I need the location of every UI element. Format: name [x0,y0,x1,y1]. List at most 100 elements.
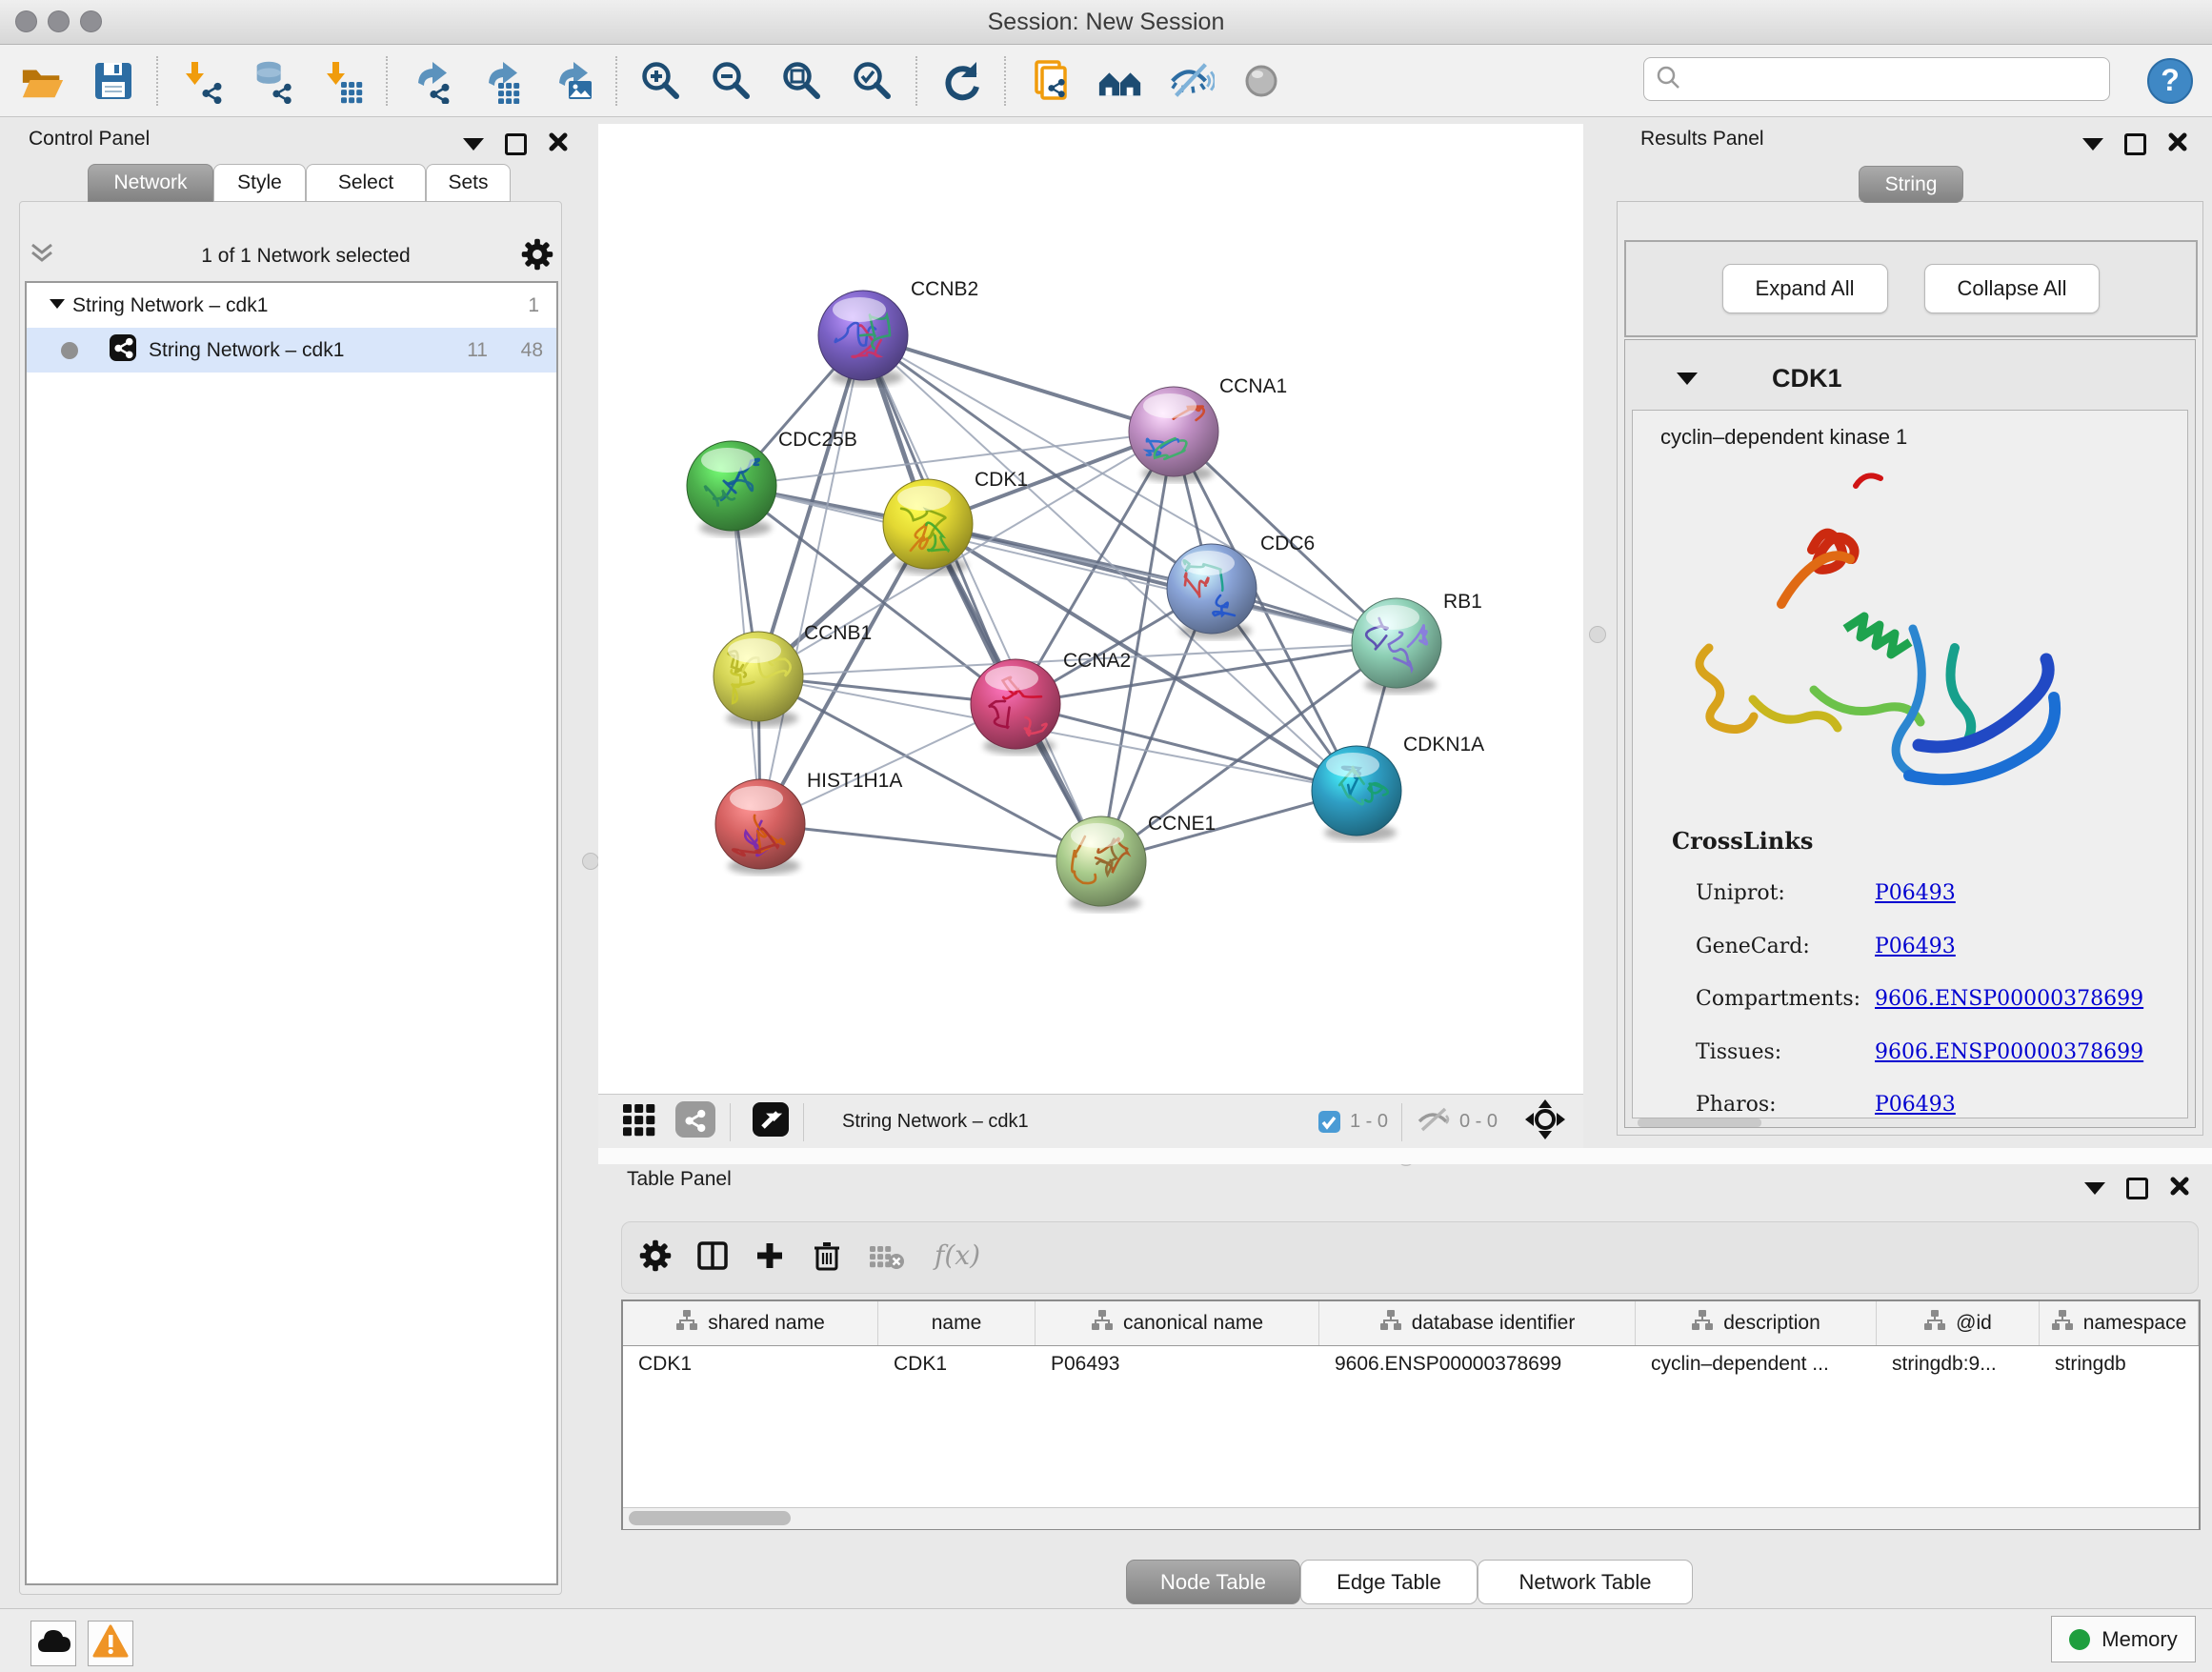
network-options-gear-icon[interactable] [520,237,554,276]
network-collection-row[interactable]: String Network – cdk1 1 [27,283,556,328]
panel-menu-icon[interactable] [2084,1182,2105,1195]
float-panel-icon[interactable] [2124,133,2146,155]
birds-eye-view-icon[interactable] [1524,1098,1566,1145]
tab-style[interactable]: Style [213,164,306,202]
refresh-icon[interactable] [937,57,985,105]
network-canvas[interactable]: CCNB2CCNA1CDC25BCDK1CDC6RB1CCNB1CCNA2CDK… [598,124,1583,1094]
hide-selected-icon[interactable] [1167,57,1215,105]
crosslink-link[interactable]: P06493 [1875,1093,1956,1117]
collapse-all-button[interactable]: Collapse All [1924,264,2101,313]
trash-icon[interactable] [811,1239,843,1277]
tab-network[interactable]: Network [88,164,213,202]
crosslink-link[interactable]: 9606.ENSP00000378699 [1875,1040,2143,1064]
close-panel-icon[interactable] [2169,1176,2190,1201]
export-network-to-file-icon[interactable] [408,57,455,105]
tab-sets[interactable]: Sets [426,164,511,202]
cdk1-section-header[interactable]: CDK1 [1677,364,1842,393]
column-header-description[interactable]: description [1636,1301,1877,1345]
tab-node-table[interactable]: Node Table [1126,1560,1300,1604]
cell-database-identifier[interactable]: 9606.ENSP00000378699 [1319,1353,1636,1376]
node-CDC25B[interactable] [687,441,776,531]
columns-icon[interactable] [696,1239,729,1277]
node-CCNA2[interactable] [971,659,1060,749]
cell-namespace[interactable]: stringdb [2040,1353,2199,1376]
search-input[interactable] [1682,68,2109,91]
column-header-@id[interactable]: @id [1877,1301,2040,1345]
node-CCNE1[interactable] [1056,816,1146,906]
column-header-shared-name[interactable]: shared name [623,1301,878,1345]
float-panel-icon[interactable] [505,133,527,155]
cell-description[interactable]: cyclin–dependent ... [1636,1353,1877,1376]
table-scrollbar-thumb[interactable] [629,1511,791,1525]
cloud-button[interactable] [30,1621,76,1666]
results-scrollbar-thumb[interactable] [1638,1118,1761,1127]
zoom-fit-icon[interactable] [778,57,826,105]
column-header-canonical-name[interactable]: canonical name [1036,1301,1319,1345]
node-CDKN1A[interactable] [1312,746,1401,836]
save-session-icon[interactable] [90,57,137,105]
zoom-selected-icon[interactable] [849,57,896,105]
tab-select[interactable]: Select [306,164,426,202]
crosslink-row-uniprot: Uniprot:P06493 [1696,881,2172,905]
import-network-from-database-icon[interactable] [249,57,296,105]
zoom-out-icon[interactable] [708,57,755,105]
cell-shared-name[interactable]: CDK1 [623,1353,878,1376]
node-label-CDC6: CDC6 [1260,533,1315,554]
close-panel-icon[interactable] [548,131,569,157]
column-header-name[interactable]: name [878,1301,1036,1345]
panel-menu-icon[interactable] [463,138,484,151]
node-CCNA1[interactable] [1129,387,1218,476]
float-panel-icon[interactable] [2126,1178,2148,1199]
hidden-eye-icon[interactable] [1416,1106,1452,1138]
share-network-icon[interactable] [674,1100,716,1143]
warnings-button[interactable] [88,1621,133,1666]
node-CDK1[interactable] [883,479,973,569]
collapse-icon[interactable] [48,294,72,317]
node-RB1[interactable] [1352,598,1441,688]
left-splitter-handle[interactable] [582,853,599,870]
node-CCNB2[interactable] [818,291,908,380]
import-table-from-file-icon[interactable] [319,57,367,105]
table-row[interactable]: CDK1CDK1P064939606.ENSP00000378699cyclin… [623,1346,2199,1382]
zoom-in-icon[interactable] [637,57,685,105]
collapse-section-icon[interactable] [1677,373,1698,385]
right-splitter-handle[interactable] [1589,626,1606,643]
close-panel-icon[interactable] [2167,131,2188,157]
panel-menu-icon[interactable] [2082,138,2103,151]
cell-@id[interactable]: stringdb:9... [1877,1353,2040,1376]
column-header-namespace[interactable]: namespace [2040,1301,2199,1345]
memory-button[interactable]: Memory [2051,1616,2196,1662]
import-network-from-file-icon[interactable] [178,57,226,105]
network-row-selected[interactable]: String Network – cdk1 11 48 [27,328,556,373]
gear-icon[interactable] [639,1239,672,1277]
add-icon[interactable] [754,1239,786,1277]
show-all-icon[interactable] [1237,57,1285,105]
help-button[interactable]: ? [2146,57,2194,105]
tab-string[interactable]: String [1859,166,1963,203]
tab-edge-table[interactable]: Edge Table [1300,1560,1478,1604]
table-horizontal-scrollbar[interactable] [623,1507,2199,1529]
node-HIST1H1A[interactable] [715,779,805,869]
cell-name[interactable]: CDK1 [878,1353,1036,1376]
selected-checkbox[interactable] [1318,1111,1340,1133]
node-CCNB1[interactable] [714,632,803,721]
collection-count: 1 [528,294,539,317]
crosslink-link[interactable]: 9606.ENSP00000378699 [1875,987,2143,1011]
selected-count: 1 - 0 [1350,1111,1388,1133]
cell-canonical-name[interactable]: P06493 [1036,1353,1319,1376]
crosslink-link[interactable]: P06493 [1875,935,1956,958]
crosslink-link[interactable]: P06493 [1875,881,1956,905]
first-neighbors-icon[interactable] [1096,57,1144,105]
export-image-icon[interactable] [549,57,596,105]
tab-network-table[interactable]: Network Table [1478,1560,1693,1604]
search-field[interactable] [1643,57,2110,101]
export-table-to-file-icon[interactable] [478,57,526,105]
grid-view-icon[interactable] [621,1102,659,1141]
open-session-icon[interactable] [19,57,67,105]
collapse-expand-icons[interactable] [25,240,91,273]
column-header-database-identifier[interactable]: database identifier [1319,1301,1636,1345]
new-network-from-selection-icon[interactable] [1026,57,1074,105]
node-CDC6[interactable] [1167,544,1257,634]
expand-all-button[interactable]: Expand All [1722,264,1888,313]
open-in-window-icon[interactable] [752,1101,790,1142]
